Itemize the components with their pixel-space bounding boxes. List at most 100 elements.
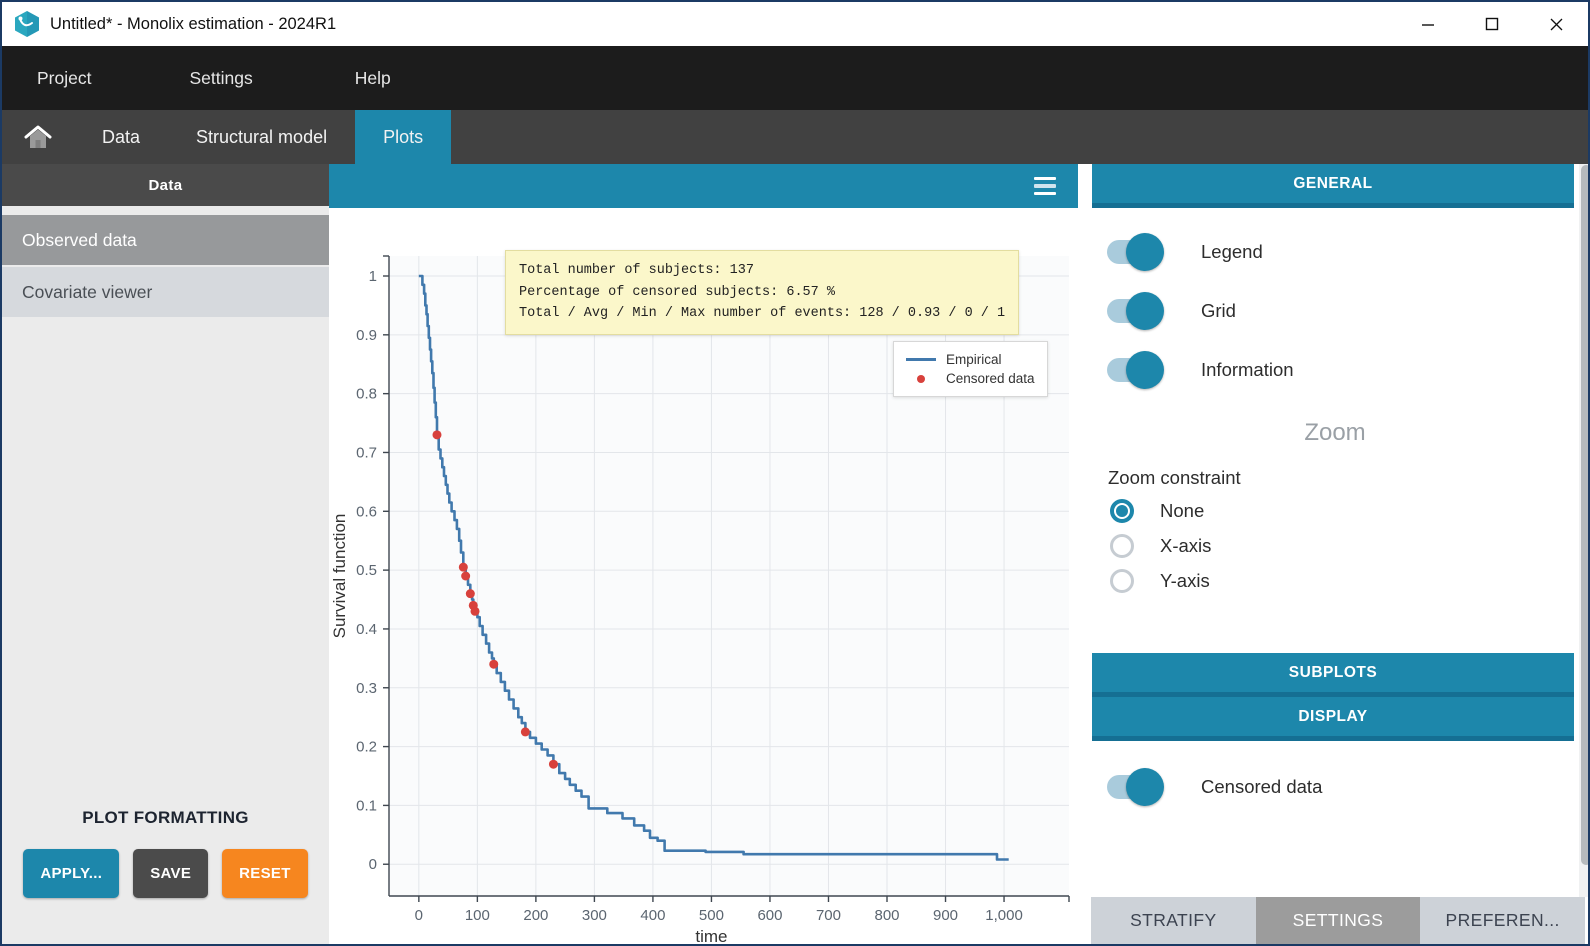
y-tick-label: 0.4 [356,621,377,638]
censored-data-point [466,589,475,598]
plot-legend: Empirical Censored data [893,341,1048,397]
tab-structural-model[interactable]: Structural model [168,110,355,164]
x-tick-label: 700 [816,907,841,924]
close-button[interactable] [1524,2,1588,46]
x-tick-label: 900 [933,907,958,924]
general-section-header[interactable]: GENERAL [1092,164,1574,208]
zoom-constraint-label: Zoom constraint [1078,467,1590,493]
x-tick-label: 200 [523,907,548,924]
toggle-label: Information [1201,359,1294,381]
censored-data-point [471,607,480,616]
legend-label: Censored data [946,371,1035,386]
tab-stratify[interactable]: STRATIFY [1091,897,1256,944]
x-tick-label: 1,000 [985,907,1023,924]
censored-data-point [521,727,530,736]
toggle-label: Censored data [1201,776,1322,798]
x-tick-label: 400 [640,907,665,924]
x-tick-label: 0 [415,907,423,924]
legend-entry-censored: Censored data [906,369,1035,388]
reset-button[interactable]: RESET [222,849,308,898]
grid-toggle-row: Grid [1078,281,1590,340]
panel-bottom-tabs: STRATIFY SETTINGS PREFEREN... [1091,897,1585,944]
radio-y-axis[interactable] [1110,569,1134,593]
y-tick-label: 0.6 [356,503,377,520]
zoom-constraint-yaxis-row: Y-axis [1078,563,1590,598]
censored-data-point [461,572,470,581]
save-button[interactable]: SAVE [133,849,208,898]
window-controls [1396,2,1588,46]
x-tick-label: 100 [465,907,490,924]
zoom-section-title: Zoom [1078,413,1590,453]
maximize-button[interactable] [1460,2,1524,46]
x-axis-label: time [695,927,727,944]
radio-none[interactable] [1110,499,1134,523]
tab-plots[interactable]: Plots [355,110,451,164]
display-section-header[interactable]: DISPLAY [1092,697,1574,741]
x-tick-label: 600 [757,907,782,924]
plot-header-bar [329,164,1078,208]
x-tick-label: 500 [699,907,724,924]
sidebar-item-covariate-viewer[interactable]: Covariate viewer [2,267,329,317]
info-line: Total number of subjects: 137 [519,260,1005,282]
menu-bar: Project Settings Help [2,46,1588,110]
plot-info-box: Total number of subjects: 137 Percentage… [505,250,1019,335]
grid-toggle[interactable] [1107,299,1159,323]
legend-toggle[interactable] [1107,240,1159,264]
x-tick-label: 300 [582,907,607,924]
plot-formatting-buttons: APPLY... SAVE RESET [2,849,329,898]
radio-x-axis[interactable] [1110,534,1134,558]
home-tab[interactable] [2,110,74,164]
y-tick-label: 0.3 [356,680,377,697]
legend-label: Empirical [946,352,1002,367]
censored-data-toggle-row: Censored data [1078,757,1590,816]
zoom-constraint-none-row: None [1078,493,1590,528]
toggle-label: Legend [1201,241,1263,263]
censored-data-point [432,430,441,439]
tab-settings[interactable]: SETTINGS [1256,897,1421,944]
y-tick-label: 0.9 [356,327,377,344]
legend-toggle-row: Legend [1078,222,1590,281]
minimize-button[interactable] [1396,2,1460,46]
y-tick-label: 1 [369,268,377,285]
information-toggle[interactable] [1107,358,1159,382]
y-tick-label: 0 [369,856,377,873]
panel-scrollbar[interactable] [1579,164,1590,897]
info-line: Total / Avg / Min / Max number of events… [519,303,1005,325]
home-icon [22,123,54,151]
plots-sidebar: Data Observed data Covariate viewer PLOT… [2,164,329,944]
scrollbar-thumb[interactable] [1581,165,1590,865]
empirical-line-swatch [906,358,936,361]
menu-help[interactable]: Help [355,58,391,99]
window-titlebar: Untitled* - Monolix estimation - 2024R1 [2,2,1588,46]
plot-formatting-title: PLOT FORMATTING [2,808,329,828]
tab-data[interactable]: Data [74,110,168,164]
y-tick-label: 0.1 [356,797,377,814]
window-title: Untitled* - Monolix estimation - 2024R1 [50,15,336,34]
menu-project[interactable]: Project [37,58,91,99]
tab-strip: Data Structural model Plots [2,110,1588,164]
monolix-logo-icon [14,10,40,38]
censored-dot-swatch [906,375,936,383]
tab-preferences[interactable]: PREFEREN... [1420,897,1585,944]
plot-area: 00.10.20.30.40.50.60.70.80.9101002003004… [329,208,1078,944]
censored-data-point [459,563,468,572]
apply-button[interactable]: APPLY... [23,849,119,898]
y-tick-label: 0.8 [356,386,377,403]
info-line: Percentage of censored subjects: 6.57 % [519,282,1005,304]
menu-settings[interactable]: Settings [189,58,252,99]
radio-label: Y-axis [1160,570,1210,592]
censored-data-toggle[interactable] [1107,775,1159,799]
legend-entry-empirical: Empirical [906,350,1035,369]
plot-menu-icon[interactable] [1034,177,1056,196]
y-tick-label: 0.7 [356,444,377,461]
y-axis-label: Survival function [330,514,349,639]
sidebar-section-header: Data [2,164,329,206]
radio-label: None [1160,500,1204,522]
information-toggle-row: Information [1078,340,1590,399]
subplots-section-header[interactable]: SUBPLOTS [1092,653,1574,697]
radio-label: X-axis [1160,535,1211,557]
sidebar-item-observed-data[interactable]: Observed data [2,215,329,265]
zoom-constraint-xaxis-row: X-axis [1078,528,1590,563]
y-tick-label: 0.5 [356,562,377,579]
monolix-window: Untitled* - Monolix estimation - 2024R1 … [0,0,1590,946]
